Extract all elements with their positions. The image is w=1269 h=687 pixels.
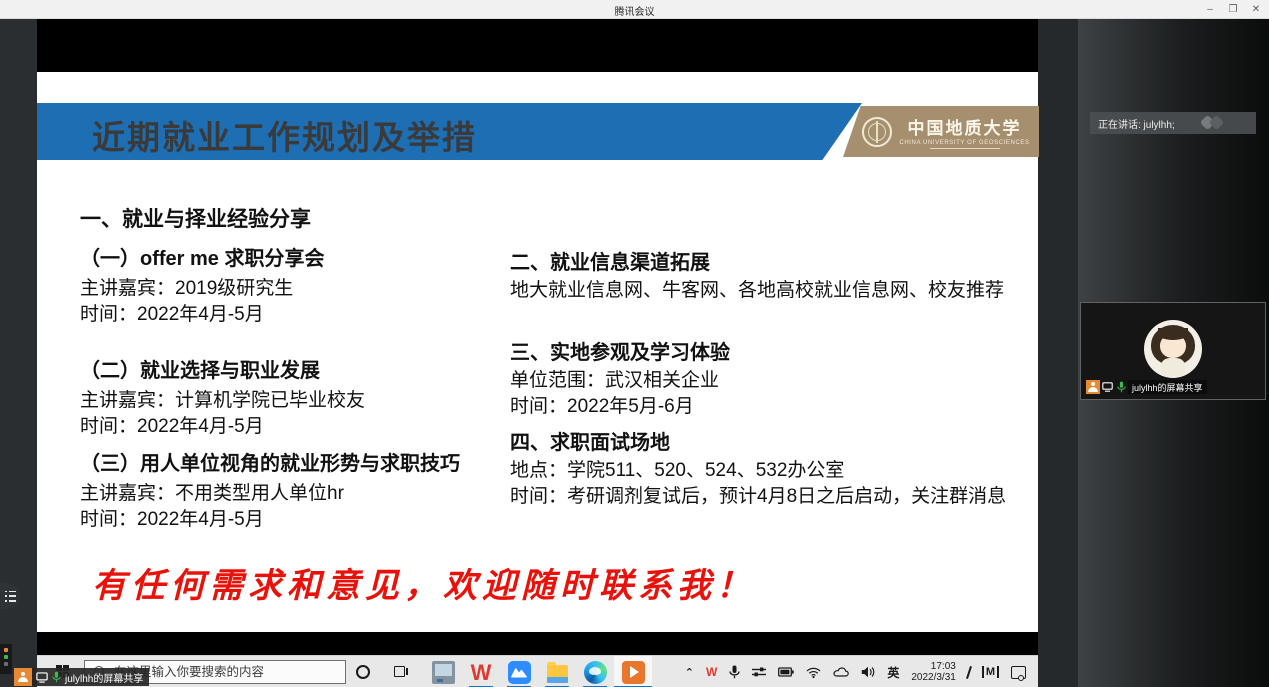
- restore-button[interactable]: ❐: [1226, 4, 1240, 15]
- strip-green-indicator: [4, 655, 8, 659]
- screen-share-icon: [1100, 380, 1114, 394]
- tile-participant-label: julylhh的屏幕共享: [1128, 380, 1207, 394]
- block-title: （二）就业选择与职业发展: [80, 358, 540, 384]
- clock-time: 17:03: [911, 661, 956, 672]
- mixer-icon[interactable]: [752, 666, 766, 678]
- slide-block: 四、求职面试场地 地点：学院511、520、524、532办公室 时间：考研调剂…: [510, 430, 1040, 510]
- speaking-indicator: 正在讲话: julylhh;: [1090, 112, 1256, 134]
- presenter-person-icon: [1086, 380, 1100, 394]
- clock-date: 2022/3/31: [911, 672, 956, 683]
- meeting-window: 腾讯会议 – ❐ ✕ 近期就业工作规划及举措 中国地质大学 CHINA UNIV…: [0, 0, 1269, 687]
- logo-divider: [930, 148, 1000, 149]
- share-overlay-label: julylhh的屏幕共享: [65, 670, 143, 685]
- ime-mode-icon[interactable]: M: [982, 666, 999, 678]
- block-title: （一）offer me 求职分享会: [80, 246, 540, 272]
- wps-office-app-icon[interactable]: W: [462, 656, 500, 687]
- slide-block: （一）offer me 求职分享会 主讲嘉宾：2019级研究生 时间：2022年…: [80, 246, 540, 328]
- tencent-meeting-watermark-icon: [1198, 116, 1228, 130]
- speaking-label: 正在讲话: julylhh;: [1098, 116, 1175, 131]
- action-center-icon[interactable]: [1011, 666, 1026, 679]
- taskbar-apps: W: [424, 656, 652, 687]
- slide-title-banner: 近期就业工作规划及举措: [37, 103, 862, 160]
- task-view-icon[interactable]: [392, 665, 408, 678]
- block-line: 时间：2022年4月-5月: [80, 507, 540, 533]
- wps-tray-icon[interactable]: W: [706, 665, 717, 679]
- screen-share-icon: [36, 672, 48, 683]
- mountain-icon: [511, 666, 527, 678]
- wps-presentation-app-icon[interactable]: [614, 656, 652, 687]
- windows-taskbar: W ⌃ W: [37, 655, 1038, 687]
- microphone-on-icon: [1114, 380, 1128, 394]
- block-title: （三）用人单位视角的就业形势与求职技巧: [80, 451, 540, 477]
- taskbar-clock[interactable]: 17:03 2022/3/31: [911, 661, 956, 683]
- tencent-meeting-app-icon[interactable]: [500, 656, 538, 687]
- slide-slogan: 有任何需求和意见，欢迎随时联系我！: [92, 558, 755, 607]
- strip-gray-indicator: [4, 662, 8, 666]
- window-titlebar: 腾讯会议 – ❐ ✕: [0, 0, 1269, 19]
- block-title: 三、实地参观及学习体验: [510, 340, 1040, 366]
- university-name-en: CHINA UNIVERSITY OF GEOSCIENCES: [899, 140, 1029, 146]
- block-title: 二、就业信息渠道拓展: [510, 250, 1040, 276]
- university-logo-plaque: 中国地质大学 CHINA UNIVERSITY OF GEOSCIENCES: [843, 106, 1039, 157]
- close-button[interactable]: ✕: [1249, 4, 1263, 15]
- block-line: 单位范围：武汉相关企业: [510, 368, 1040, 394]
- window-controls: – ❐ ✕: [1203, 0, 1263, 19]
- share-status-body: julylhh的屏幕共享: [32, 668, 149, 686]
- wifi-icon[interactable]: [806, 667, 821, 678]
- strip-orange-indicator: [4, 648, 8, 652]
- slide-block: （二）就业选择与职业发展 主讲嘉宾：计算机学院已毕业校友 时间：2022年4月-…: [80, 358, 540, 440]
- block-line: 地大就业信息网、牛客网、各地高校就业信息网、校友推荐: [510, 278, 1040, 304]
- cortana-icon[interactable]: [356, 665, 370, 679]
- ime-language-indicator[interactable]: 英: [887, 664, 899, 681]
- system-tray: ⌃ W 英 17:03 2022/3/31: [685, 656, 1026, 687]
- slide-block: （三）用人单位视角的就业形势与求职技巧 主讲嘉宾：不用类型用人单位hr 时间：2…: [80, 451, 540, 533]
- collapsed-toolbar-strip[interactable]: [0, 644, 12, 674]
- microphone-tray-icon[interactable]: [729, 665, 740, 679]
- microphone-on-icon: [52, 671, 61, 683]
- tray-expand-icon[interactable]: ⌃: [685, 666, 694, 679]
- member-list-icon: [5, 591, 16, 602]
- slide-block: 三、实地参观及学习体验 单位范围：武汉相关企业 时间：2022年5月-6月: [510, 340, 1040, 420]
- university-name-zh: 中国地质大学: [908, 114, 1022, 139]
- screen-share-status-overlay: julylhh的屏幕共享: [14, 668, 149, 686]
- participant-avatar: [1144, 320, 1202, 378]
- block-line: 主讲嘉宾：2019级研究生: [80, 276, 540, 302]
- speaker-icon[interactable]: [861, 666, 875, 678]
- block-line: 时间：考研调剂复试后，预计4月8日之后启动，关注群消息: [510, 484, 1040, 510]
- battery-icon[interactable]: [778, 667, 794, 677]
- window-title: 腾讯会议: [0, 3, 1269, 18]
- onedrive-cloud-icon[interactable]: [833, 667, 849, 677]
- presenter-person-icon: [14, 668, 32, 686]
- tile-status-row: julylhh的屏幕共享: [1086, 380, 1207, 394]
- block-line: 时间：2022年4月-5月: [80, 414, 540, 440]
- app-background-right: [1038, 19, 1078, 687]
- block-line: 主讲嘉宾：不用类型用人单位hr: [80, 481, 540, 507]
- pc-manager-app-icon[interactable]: [424, 656, 462, 687]
- block-line: 时间：2022年4月-5月: [80, 302, 540, 328]
- meeting-sidebar: 正在讲话: julylhh; julylhh的屏幕共享: [1078, 19, 1269, 687]
- slide-block: 二、就业信息渠道拓展 地大就业信息网、牛客网、各地高校就业信息网、校友推荐: [510, 250, 1040, 304]
- minimize-button[interactable]: –: [1203, 4, 1217, 15]
- block-title: 四、求职面试场地: [510, 430, 1040, 456]
- section-heading-1: 一、就业与择业经验分享: [80, 203, 311, 233]
- file-explorer-app-icon[interactable]: [538, 656, 576, 687]
- pen-icon[interactable]: [966, 666, 972, 679]
- block-line: 主讲嘉宾：计算机学院已毕业校友: [80, 388, 540, 414]
- university-emblem-icon: [862, 117, 892, 147]
- participant-video-tile[interactable]: julylhh的屏幕共享: [1080, 302, 1266, 400]
- block-line: 地点：学院511、520、524、532办公室: [510, 458, 1040, 484]
- edge-browser-app-icon[interactable]: [576, 656, 614, 687]
- block-line: 时间：2022年5月-6月: [510, 394, 1040, 420]
- slide-title: 近期就业工作规划及举措: [92, 111, 477, 159]
